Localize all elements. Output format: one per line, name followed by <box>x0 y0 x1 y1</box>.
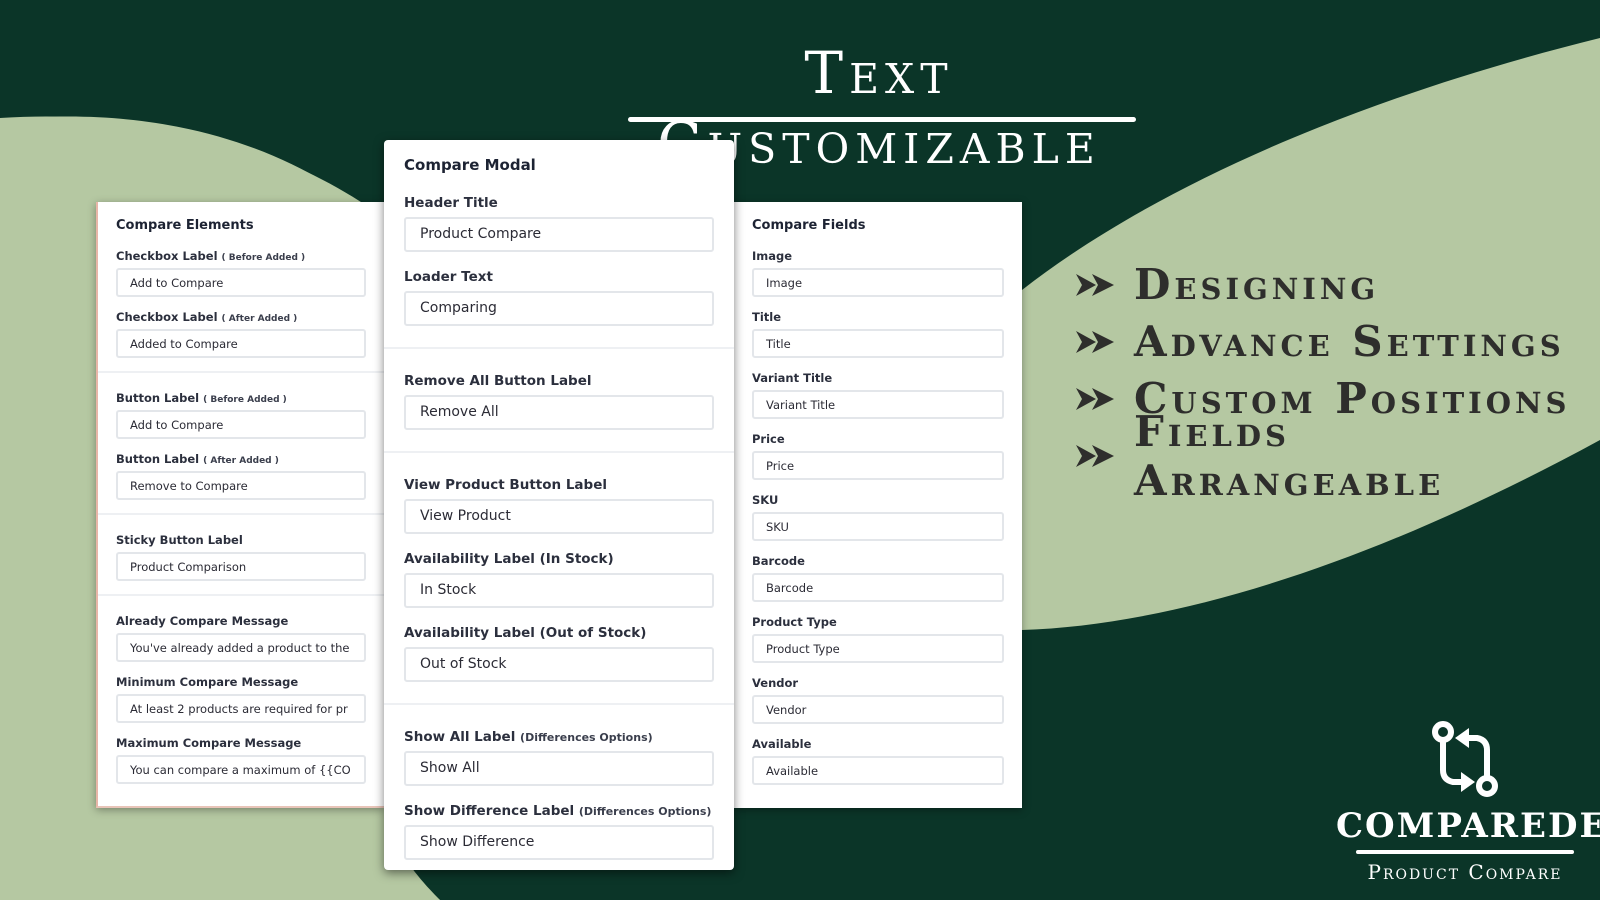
field-label: Availability Label (In Stock) <box>404 551 614 567</box>
checkbox-labels-section: Checkbox Label ( Before Added ) Add to C… <box>98 249 384 373</box>
vendor-field-input[interactable]: Vendor <box>752 695 1004 724</box>
feature-label: Fields Arrangeable <box>1134 406 1445 505</box>
available-field-input[interactable]: Available <box>752 756 1004 785</box>
button-label-before-input[interactable]: Add to Compare <box>116 410 366 439</box>
remove-all-label-input[interactable]: Remove All <box>404 395 714 430</box>
title-underline <box>628 117 1136 122</box>
field-label: Variant Title <box>752 371 833 385</box>
remove-all-section: Remove All Button Label Remove All <box>384 349 734 453</box>
field-label: Show All Label (Differences Options) <box>404 729 653 745</box>
header-title-input[interactable]: Product Compare <box>404 217 714 252</box>
sticky-button-section: Sticky Button Label Product Comparison <box>98 515 384 596</box>
brand-divider <box>1356 850 1574 854</box>
field-label: Show Difference Label (Differences Optio… <box>404 803 712 819</box>
feature-list: Designing Advance Settings Custom Positi… <box>1074 256 1600 505</box>
compare-arrows-icon <box>1432 721 1498 797</box>
already-compare-message-input[interactable]: You've already added a product to the <box>116 633 366 662</box>
field-label: Already Compare Message <box>116 614 289 628</box>
modal-header-section: Header Title Product Compare Loader Text… <box>384 195 734 349</box>
field-label: Product Type <box>752 615 837 629</box>
field-label: Available <box>752 737 812 751</box>
feature-item: Fields Arrangeable <box>1074 407 1600 505</box>
compare-modal-panel: Compare Modal Header Title Product Compa… <box>384 140 734 870</box>
compare-fields-title: Compare Fields <box>752 218 866 233</box>
maximum-compare-message-input[interactable]: You can compare a maximum of {{CO <box>116 755 366 784</box>
field-label: Sticky Button Label <box>116 533 243 547</box>
sku-field-input[interactable]: SKU <box>752 512 1004 541</box>
messages-section: Already Compare Message You've already a… <box>98 596 384 784</box>
compare-elements-panel: Compare Elements Checkbox Label ( Before… <box>96 202 384 808</box>
differences-section: Show All Label (Differences Options) Sho… <box>384 705 734 860</box>
title-field-input[interactable]: Title <box>752 329 1004 358</box>
field-label: SKU <box>752 493 779 507</box>
checkbox-label-before-input[interactable]: Add to Compare <box>116 268 366 297</box>
compare-modal-title: Compare Modal <box>404 156 536 174</box>
feature-label: Advance Settings <box>1134 317 1565 366</box>
field-label: Maximum Compare Message <box>116 736 302 750</box>
button-label-after-input[interactable]: Remove to Compare <box>116 471 366 500</box>
brand-name: COMPAREDER <box>1336 806 1600 846</box>
show-difference-label-input[interactable]: Show Difference <box>404 825 714 860</box>
double-arrow-right-icon <box>1076 273 1114 296</box>
brand-tagline: Product Compare <box>1367 860 1563 884</box>
field-label: View Product Button Label <box>404 477 607 493</box>
field-label: Loader Text <box>404 269 493 285</box>
field-label: Price <box>752 432 785 446</box>
price-field-input[interactable]: Price <box>752 451 1004 480</box>
barcode-field-input[interactable]: Barcode <box>752 573 1004 602</box>
compare-elements-title: Compare Elements <box>116 218 254 233</box>
compare-fields-panel: Compare Fields Image Image Title Title V… <box>734 202 1022 808</box>
field-label: Checkbox Label ( Before Added ) <box>116 249 306 263</box>
image-field-input[interactable]: Image <box>752 268 1004 297</box>
field-label: Button Label ( Before Added ) <box>116 391 287 405</box>
double-arrow-right-icon <box>1076 330 1114 353</box>
feature-item: Advance Settings <box>1074 313 1600 370</box>
field-label: Vendor <box>752 676 799 690</box>
field-label: Header Title <box>404 195 498 211</box>
field-label: Title <box>752 310 782 324</box>
feature-item: Designing <box>1074 256 1600 313</box>
loader-text-input[interactable]: Comparing <box>404 291 714 326</box>
variant-title-field-input[interactable]: Variant Title <box>752 390 1004 419</box>
in-stock-label-input[interactable]: In Stock <box>404 573 714 608</box>
product-type-field-input[interactable]: Product Type <box>752 634 1004 663</box>
minimum-compare-message-input[interactable]: At least 2 products are required for pr <box>116 694 366 723</box>
checkbox-label-after-input[interactable]: Added to Compare <box>116 329 366 358</box>
view-product-label-input[interactable]: View Product <box>404 499 714 534</box>
out-of-stock-label-input[interactable]: Out of Stock <box>404 647 714 682</box>
button-labels-section: Button Label ( Before Added ) Add to Com… <box>98 373 384 515</box>
show-all-label-input[interactable]: Show All <box>404 751 714 786</box>
double-arrow-right-icon <box>1076 387 1114 410</box>
field-label: Checkbox Label ( After Added ) <box>116 310 298 324</box>
feature-label: Designing <box>1134 260 1380 309</box>
sticky-button-label-input[interactable]: Product Comparison <box>116 552 366 581</box>
brand-logo: COMPAREDER Product Compare <box>1336 720 1600 884</box>
field-label: Minimum Compare Message <box>116 675 299 689</box>
view-product-section: View Product Button Label View Product A… <box>384 453 734 705</box>
field-label: Barcode <box>752 554 805 568</box>
field-label: Remove All Button Label <box>404 373 592 389</box>
field-label: Button Label ( After Added ) <box>116 452 279 466</box>
field-label: Image <box>752 249 793 263</box>
double-arrow-right-icon <box>1076 444 1114 467</box>
field-label: Availability Label (Out of Stock) <box>404 625 647 641</box>
